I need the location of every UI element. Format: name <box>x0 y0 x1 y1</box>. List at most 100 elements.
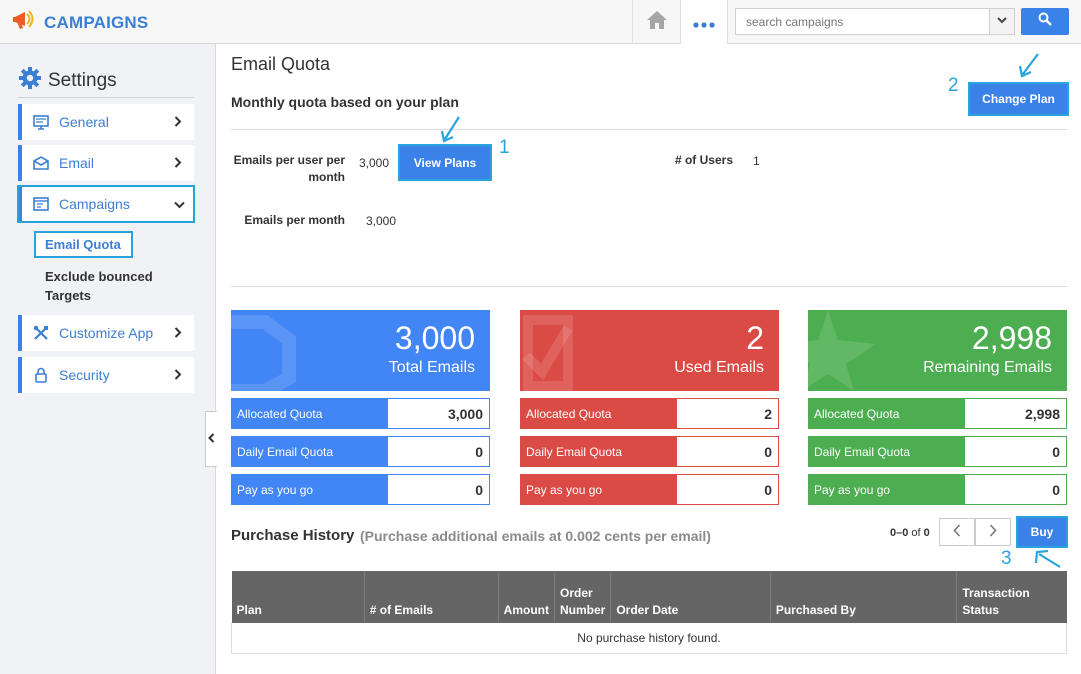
card-label: Total Emails <box>388 359 475 376</box>
sidebar-item-label: Email <box>59 155 95 171</box>
column-header[interactable]: Order Date <box>610 571 771 623</box>
star-watermark-icon <box>808 310 888 391</box>
row-label: Pay as you go <box>808 474 965 505</box>
search-input[interactable] <box>736 9 988 34</box>
previous-page-button[interactable] <box>939 518 975 546</box>
row-label: Allocated Quota <box>808 398 965 429</box>
column-header[interactable]: Order Number <box>554 571 612 623</box>
column-header[interactable]: Plan <box>231 571 365 623</box>
section-title: Monthly quota based on your plan <box>231 94 459 110</box>
search-button[interactable] <box>1021 8 1069 35</box>
chevron-right-icon <box>174 156 194 171</box>
row-label: Pay as you go <box>520 474 677 505</box>
card-header: 2,998 Remaining Emails <box>808 310 1067 391</box>
sidebar-item-security[interactable]: Security <box>18 357 194 393</box>
chevron-right-icon <box>989 524 997 540</box>
card-header: 3,000 Total Emails <box>231 310 490 391</box>
buy-button[interactable]: Buy <box>1016 516 1068 548</box>
used-emails-card: 2 Used Emails Allocated Quota 2 Daily Em… <box>520 310 779 505</box>
row-label: Daily Email Quota <box>231 436 388 467</box>
purchase-history-subtitle: (Purchase additional emails at 0.002 cen… <box>360 528 711 544</box>
sidebar-item-campaigns[interactable]: Campaigns <box>17 185 195 223</box>
row-label: Pay as you go <box>231 474 388 505</box>
sidebar-subitem-email-quota[interactable]: Email Quota <box>34 231 133 258</box>
chevron-right-icon <box>174 368 194 383</box>
card-row: Allocated Quota 2,998 <box>808 398 1067 429</box>
row-value: 3,000 <box>388 398 490 429</box>
settings-header: Settings <box>18 66 117 95</box>
card-value: 2,998 <box>971 320 1052 356</box>
next-page-button[interactable] <box>975 518 1011 546</box>
chevron-right-icon <box>174 115 194 130</box>
emails-per-user-label: Emails per user per month <box>233 153 345 184</box>
change-plan-button[interactable]: Change Plan <box>968 82 1069 116</box>
sidebar-item-label: Campaigns <box>59 196 130 212</box>
pager-total: 0 <box>923 527 930 539</box>
card-value: 3,000 <box>394 320 475 356</box>
campaign-icon <box>32 195 50 213</box>
card-label: Used Emails <box>674 359 764 376</box>
home-button[interactable] <box>632 0 680 44</box>
divider <box>18 97 194 98</box>
sidebar-item-email[interactable]: Email <box>18 145 194 181</box>
card-row: Pay as you go 0 <box>520 474 779 505</box>
top-bar: CAMPAIGNS <box>0 0 1081 44</box>
home-icon <box>646 10 668 35</box>
lock-icon <box>32 366 50 384</box>
settings-title: Settings <box>48 69 117 91</box>
column-header[interactable]: # of Emails <box>364 571 499 623</box>
pager-of: of <box>911 527 921 539</box>
check-watermark-icon <box>520 310 600 391</box>
sidebar-item-general[interactable]: General <box>18 104 194 140</box>
card-row: Allocated Quota 3,000 <box>231 398 490 429</box>
sidebar-item-label: Security <box>59 367 110 383</box>
row-label: Allocated Quota <box>520 398 677 429</box>
page-title: Email Quota <box>231 54 331 74</box>
gear-icon <box>18 66 42 95</box>
emails-per-month-label: Emails per month <box>244 213 345 227</box>
envelope-icon <box>32 154 50 172</box>
chevron-left-icon <box>208 432 215 446</box>
row-value: 0 <box>388 436 490 467</box>
chevron-left-icon <box>953 524 961 540</box>
row-value: 0 <box>965 474 1067 505</box>
search-dropdown-toggle[interactable] <box>989 9 1014 34</box>
remaining-emails-card: 2,998 Remaining Emails Allocated Quota 2… <box>808 310 1067 505</box>
table-row: No purchase history found. <box>231 623 1067 654</box>
row-value: 0 <box>677 436 779 467</box>
sidebar-subitem-exclude-bounced-targets[interactable]: Exclude bounced Targets <box>45 267 175 305</box>
search-icon <box>1038 12 1052 31</box>
emails-per-month-value: 3,000 <box>366 214 397 228</box>
divider <box>231 129 1067 130</box>
users-value: 1 <box>753 154 760 168</box>
monitor-icon <box>32 113 50 131</box>
row-value: 2 <box>677 398 779 429</box>
annotation-number: 3 <box>1001 548 1012 569</box>
chevron-right-icon <box>174 326 194 341</box>
annotation-number: 1 <box>499 137 510 158</box>
inbox-watermark-icon <box>231 310 311 391</box>
more-menu-button[interactable] <box>680 0 728 44</box>
search-box <box>735 8 1015 35</box>
row-value: 0 <box>388 474 490 505</box>
card-row: Pay as you go 0 <box>231 474 490 505</box>
annotation-arrow-icon <box>1018 52 1040 83</box>
column-header[interactable]: Amount <box>498 571 555 623</box>
row-value: 0 <box>965 436 1067 467</box>
app-title: CAMPAIGNS <box>44 12 149 32</box>
view-plans-button[interactable]: View Plans <box>398 144 492 181</box>
divider <box>231 286 1067 287</box>
sidebar-item-customize-app[interactable]: Customize App <box>18 315 194 351</box>
card-header: 2 Used Emails <box>520 310 779 391</box>
column-header[interactable]: Purchased By <box>770 571 958 623</box>
sidebar-item-label: General <box>59 114 109 130</box>
row-value: 2,998 <box>965 398 1067 429</box>
purchase-history-table: Plan # of Emails Amount Order Number Ord… <box>231 571 1067 654</box>
column-header[interactable]: Transaction Status <box>956 571 1067 623</box>
card-row: Daily Email Quota 0 <box>808 436 1067 467</box>
card-row: Daily Email Quota 0 <box>520 436 779 467</box>
card-label: Remaining Emails <box>923 359 1052 376</box>
app-logo[interactable]: CAMPAIGNS <box>12 8 148 37</box>
tools-icon <box>32 324 50 342</box>
sidebar-item-label: Customize App <box>59 325 154 341</box>
